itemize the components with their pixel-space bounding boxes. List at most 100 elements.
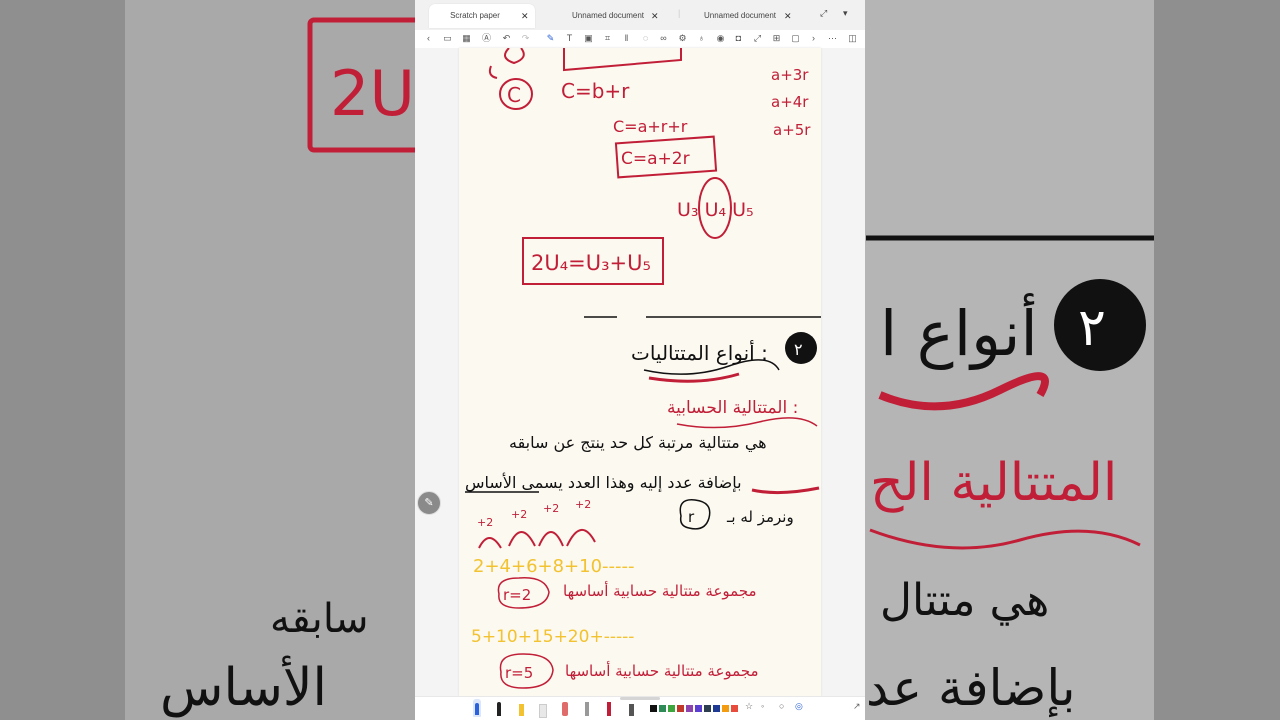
equation-box-1: C=a+2r — [621, 149, 690, 169]
link-icon[interactable]: ∞ — [658, 33, 669, 44]
tab-unnamed-document-2[interactable]: Unnamed document ✕ — [695, 4, 795, 28]
c-label: C — [507, 83, 521, 107]
color-swatch[interactable] — [722, 705, 729, 712]
plus-label: +2 — [477, 516, 493, 529]
close-icon[interactable]: ✕ — [784, 4, 792, 28]
close-icon[interactable]: ✕ — [651, 4, 659, 28]
fullscreen-icon[interactable]: ⤢ — [820, 8, 827, 19]
equation-c2: C=a+r+r — [613, 117, 688, 136]
text-recognition-icon[interactable]: Ⓐ — [481, 33, 492, 44]
grid-icon[interactable]: ▦ — [461, 33, 472, 44]
color-swatch[interactable] — [677, 705, 684, 712]
color-swatch[interactable] — [731, 705, 738, 712]
redo-icon[interactable]: ↷ — [520, 33, 531, 44]
stamp-icon[interactable]: ⚙ — [677, 33, 688, 44]
pen-icon[interactable]: ✎ — [545, 33, 556, 44]
template-icon[interactable]: ▢ — [790, 33, 801, 44]
pen-black[interactable] — [495, 699, 503, 717]
color-swatch[interactable] — [659, 705, 666, 712]
size-small-icon[interactable]: ◦ — [761, 701, 764, 711]
insert-image-icon[interactable]: ▣ — [583, 33, 594, 44]
color-swatch[interactable] — [695, 705, 702, 712]
canvas-area[interactable]: C C=b+r a+3r a+4r a+5r C=a+r+r C=a+2r U₃… — [415, 48, 865, 696]
background-right-title: أنواع ا — [880, 293, 1038, 370]
tab-unnamed-document-1[interactable]: Unnamed document ✕ — [563, 4, 663, 28]
background-left-bottom1: سابقه — [270, 596, 369, 642]
color-swatch[interactable] — [686, 705, 693, 712]
pen-tray: ☆ ◦ ○ ◎ ↗ — [415, 696, 865, 720]
back-icon[interactable]: ‹ — [423, 33, 434, 44]
toolbar: ‹ ▭ ▦ Ⓐ ↶ ↷ ✎ T ▣ ⌗ ‖ ◌ ∞ ⚙ ♁ ◉ ◘ ⤢ ⊞ ▢ … — [415, 30, 865, 49]
record-icon[interactable]: ◉ — [715, 33, 726, 44]
background-right-line1: هي متتال — [880, 575, 1049, 626]
microphone-icon[interactable]: ♁ — [696, 33, 707, 44]
color-swatch[interactable] — [668, 705, 675, 712]
color-swatch[interactable] — [713, 705, 720, 712]
sidebar-icon[interactable]: ▭ — [442, 33, 453, 44]
sequence-2: 5+10+15+20+----- — [471, 627, 634, 647]
crop-icon[interactable]: ⌗ — [602, 33, 613, 44]
tab-bar: Scratch paper ✕ Unnamed document ✕ | Unn… — [415, 0, 865, 31]
camera-icon[interactable]: ◘ — [733, 33, 744, 44]
tab-label: Unnamed document — [571, 11, 645, 20]
undo-icon[interactable]: ↶ — [501, 33, 512, 44]
sequence-1: 2+4+6+8+10----- — [473, 556, 635, 577]
comment-icon[interactable]: ◌ — [640, 33, 651, 44]
expand-icon[interactable]: ⤢ — [752, 33, 763, 44]
eraser[interactable] — [539, 699, 547, 718]
definition-line-2: بإضافة عدد إليه وهذا العدد يسمى الأساس — [465, 472, 742, 493]
plus-label: +2 — [575, 498, 591, 511]
pencil-red[interactable] — [605, 699, 613, 717]
equation-c: C=b+r — [561, 79, 630, 103]
definition-line-1: هي متتالية مرتبة كل حد ينتج عن سابقه — [509, 433, 767, 453]
panel-icon[interactable]: ◫ — [847, 33, 858, 44]
side-note-3: a+5r — [773, 121, 811, 139]
size-large-icon[interactable]: ◎ — [795, 701, 803, 712]
text-tool-icon[interactable]: T — [564, 33, 575, 44]
notes-app-window: Scratch paper ✕ Unnamed document ✕ | Unn… — [415, 0, 865, 720]
pen-blue[interactable] — [473, 699, 481, 717]
favorite-icon[interactable]: ☆ — [745, 701, 753, 712]
tab-menu-icon[interactable]: ▾ — [843, 8, 848, 19]
r-symbol: r — [688, 508, 695, 526]
section-number: ٢ — [794, 340, 803, 359]
background-right-sub: المتتالية الح — [870, 453, 1117, 513]
tab-divider: | — [678, 8, 681, 18]
size-medium-icon[interactable]: ○ — [779, 701, 784, 711]
split-view-icon[interactable]: ‖ — [621, 33, 632, 44]
close-icon[interactable]: ✕ — [521, 4, 529, 28]
tab-label: Scratch paper — [450, 11, 500, 20]
color-swatch[interactable] — [704, 705, 711, 712]
pen-yellow[interactable] — [517, 699, 525, 717]
definition-line-3: ونرمز له بـ — [726, 508, 794, 526]
lasso[interactable] — [627, 699, 635, 717]
side-note-1: a+3r — [771, 66, 809, 84]
background-right-num: ٢ — [1078, 298, 1106, 358]
collapse-icon[interactable]: ↗ — [853, 701, 861, 712]
edit-pencil-button[interactable]: ✎ — [417, 491, 441, 515]
handwriting-canvas: C C=b+r a+3r a+4r a+5r C=a+r+r C=a+2r U₃… — [465, 48, 821, 689]
tab-label: Unnamed document — [703, 11, 777, 20]
note-page[interactable]: C C=b+r a+3r a+4r a+5r C=a+r+r C=a+2r U₃… — [459, 48, 821, 696]
subtitle: المتتالية الحسابية : — [667, 398, 798, 418]
pencil-icon: ✎ — [424, 497, 434, 509]
tab-scratch-paper[interactable]: Scratch paper ✕ — [429, 4, 535, 28]
sequence-1-text: مجموعة متتالية حسابية أساسها — [563, 581, 757, 600]
more-icon[interactable]: ⋯ — [827, 33, 838, 44]
u-sequence: U₃ U₄ U₅ — [677, 199, 754, 221]
marker-red[interactable] — [561, 699, 569, 717]
drag-handle[interactable] — [620, 697, 660, 700]
plus-label: +2 — [511, 508, 527, 521]
forward-icon[interactable]: › — [808, 33, 819, 44]
pen-white[interactable] — [583, 699, 591, 717]
add-page-icon[interactable]: ⊞ — [771, 33, 782, 44]
color-swatch[interactable] — [650, 705, 657, 712]
sequence-2-r: r=5 — [505, 664, 533, 682]
background-left-bottom2: الأساس — [160, 655, 327, 718]
side-note-2: a+4r — [771, 93, 809, 111]
sequence-1-r: r=2 — [503, 586, 531, 604]
background-right-line2: بإضافة عد — [866, 659, 1076, 718]
plus-label: +2 — [543, 502, 559, 515]
sequence-2-text: مجموعة متتالية حسابية أساسها — [565, 661, 759, 680]
equation-box-2: 2U₄=U₃+U₅ — [531, 251, 651, 275]
